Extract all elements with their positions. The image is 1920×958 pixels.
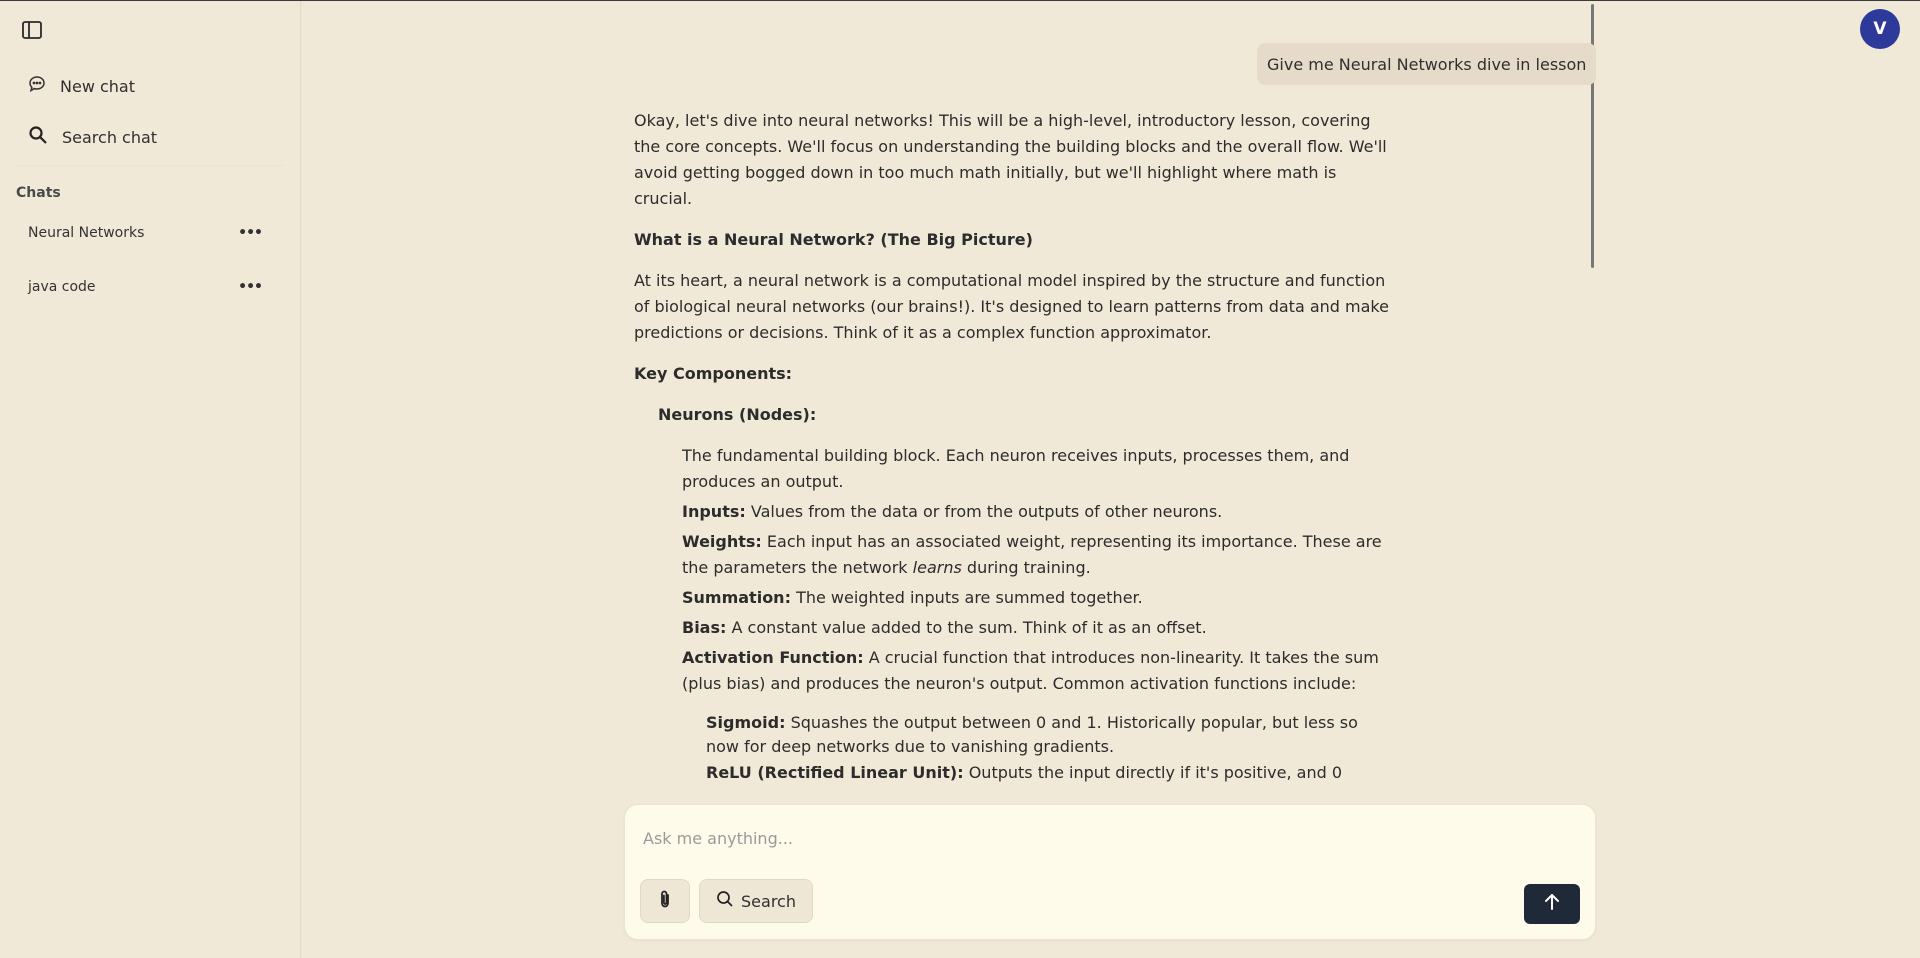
assistant-response: Okay, let's dive into neural networks! T…: [634, 108, 1394, 798]
arrow-up-icon: [1542, 892, 1562, 916]
attach-button[interactable]: [640, 879, 690, 923]
send-button[interactable]: [1524, 884, 1580, 924]
message-composer: Search: [624, 804, 1596, 940]
chat-item-title: Neural Networks: [28, 225, 145, 241]
more-options-icon[interactable]: •••: [238, 225, 263, 241]
search-icon: [28, 125, 48, 149]
new-chat-label: New chat: [60, 76, 135, 96]
chats-heading: Chats: [16, 185, 61, 201]
list-item: The fundamental building block. Each neu…: [682, 446, 1350, 491]
user-message: Give me Neural Networks dive in lesson: [1257, 43, 1597, 85]
more-options-icon[interactable]: •••: [238, 279, 263, 295]
list-item: Bias: A constant value added to the sum.…: [682, 618, 1207, 637]
chat-item-neural-networks[interactable]: Neural Networks •••: [16, 215, 274, 251]
chat-item-title: java code: [28, 279, 96, 295]
new-chat-button[interactable]: New chat: [20, 66, 280, 106]
list-item: Activation Function: A crucial function …: [682, 648, 1379, 693]
list-item: Summation: The weighted inputs are summe…: [682, 588, 1143, 607]
response-paragraph: At its heart, a neural network is a comp…: [634, 271, 1389, 342]
user-avatar[interactable]: V: [1860, 9, 1900, 49]
search-button[interactable]: Search: [699, 879, 813, 923]
chat-bubble-icon: [28, 75, 46, 97]
section-heading: What is a Neural Network? (The Big Pictu…: [634, 230, 1033, 249]
subsection-heading: Neurons (Nodes):: [658, 405, 817, 424]
sidebar-divider: [16, 165, 284, 166]
paperclip-icon: [656, 889, 674, 913]
list-item: Weights: Each input has an associated we…: [682, 532, 1382, 577]
list-item: Sigmoid: Squashes the output between 0 a…: [706, 713, 1358, 756]
sidebar: New chat Search chat Chats Neural Networ…: [0, 1, 301, 958]
list-item: ReLU (Rectified Linear Unit): Outputs th…: [706, 763, 1343, 782]
list-item: Inputs: Values from the data or from the…: [682, 502, 1223, 521]
search-chat-label: Search chat: [62, 127, 158, 147]
search-icon: [716, 890, 734, 912]
sidebar-toggle-icon[interactable]: [20, 18, 44, 42]
chat-input[interactable]: [643, 823, 1563, 853]
response-intro: Okay, let's dive into neural networks! T…: [634, 111, 1387, 208]
section-heading: Key Components:: [634, 364, 793, 383]
search-button-label: Search: [741, 891, 796, 911]
search-chat-button[interactable]: Search chat: [20, 117, 280, 157]
chat-item-java-code[interactable]: java code •••: [16, 269, 274, 305]
